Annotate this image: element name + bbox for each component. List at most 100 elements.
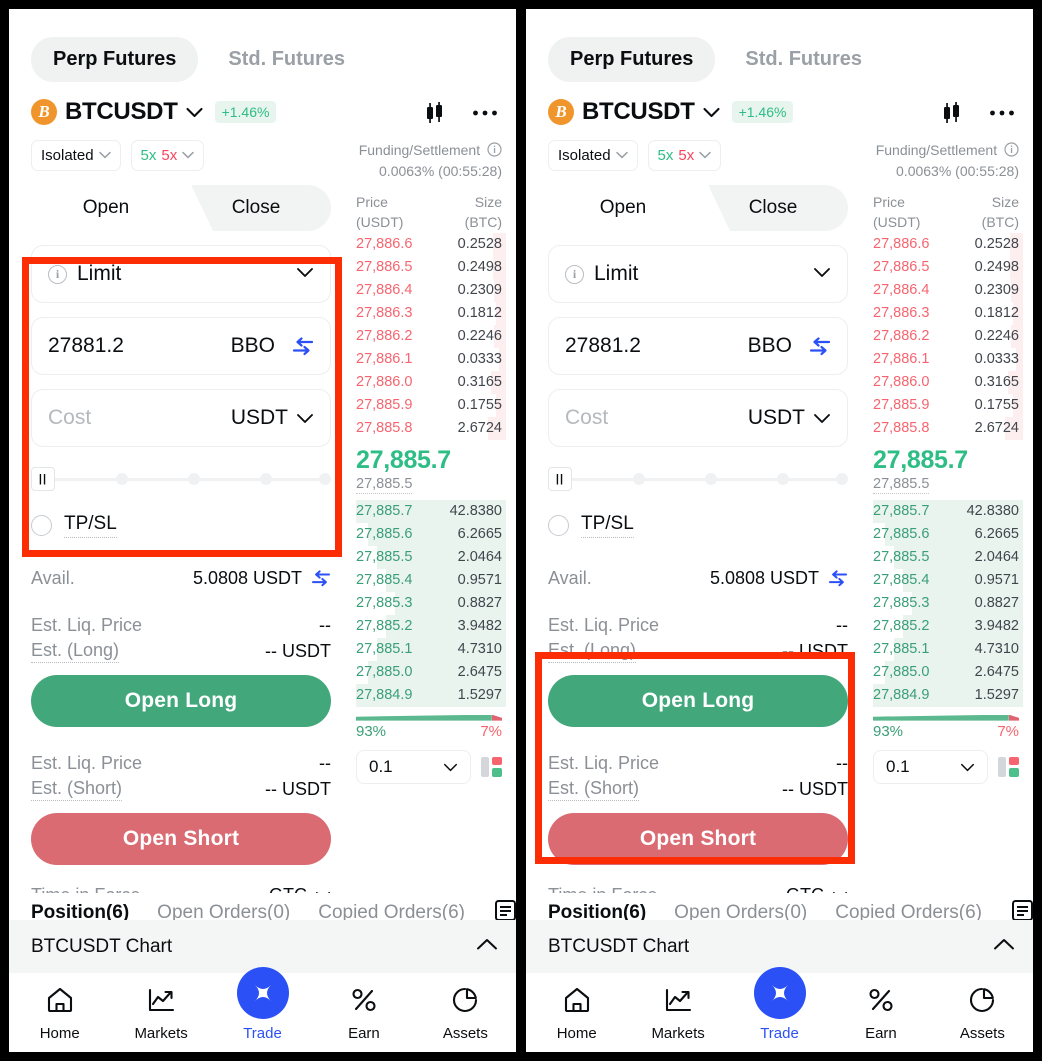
orderbook-row[interactable]: 27,886.3 0.1812 [356,301,506,325]
orderbook-row[interactable]: 27,886.2 0.2246 [356,324,506,348]
nav-item-trade[interactable]: Trade [729,967,830,1042]
amount-slider[interactable]: || [31,467,331,491]
slider-step-dot[interactable] [319,473,331,485]
orderbook-row[interactable]: 27,885.7 42.8380 [356,499,506,523]
tick-size-selector[interactable]: 0.1 [873,749,988,784]
orderbook-row[interactable]: 27,885.9 0.1755 [873,393,1023,417]
orderbook-row[interactable]: 27,886.5 0.2498 [356,255,506,279]
order-type-selector[interactable]: i Limit [31,245,331,303]
tpsl-toggle[interactable]: TP/SL [548,513,863,538]
slider-step-dot[interactable] [633,473,645,485]
open-short-button[interactable]: Open Short [31,813,331,865]
chevron-up-icon[interactable] [993,938,1015,956]
tick-size-selector[interactable]: 0.1 [356,749,471,784]
price-input[interactable]: 27881.2 BBO [31,317,331,375]
orderbook-display-mode-icon[interactable] [481,756,502,777]
open-long-button[interactable]: Open Long [548,675,848,727]
tab-close[interactable]: Close [698,185,848,231]
nav-item-earn[interactable]: Earn [830,981,931,1042]
nav-item-assets[interactable]: Assets [932,981,1033,1042]
slider-step-dot[interactable] [116,473,128,485]
nav-item-assets[interactable]: Assets [415,981,516,1042]
orderbook-row[interactable]: 27,886.3 0.1812 [873,301,1023,325]
chart-collapse-bar[interactable]: BTCUSDT Chart [9,920,516,973]
candlestick-icon[interactable] [422,100,448,126]
tab-std-futures[interactable]: Std. Futures [723,37,884,82]
tab-std-futures[interactable]: Std. Futures [206,37,367,82]
symbol-name[interactable]: BTCUSDT [65,98,178,126]
orderbook-row[interactable]: 27,886.6 0.2528 [356,232,506,256]
swap-arrows-icon[interactable] [809,336,831,356]
cost-input[interactable]: Cost USDT [31,389,331,447]
nav-item-home[interactable]: Home [526,981,627,1042]
radio-icon[interactable] [31,515,52,536]
slider-step-dot[interactable] [836,473,848,485]
orderbook-row[interactable]: 27,886.5 0.2498 [873,255,1023,279]
orderbook-row[interactable]: 27,885.3 0.8827 [356,591,506,615]
orderbook-row[interactable]: 27,885.0 2.6475 [873,660,1023,684]
orderbook-row[interactable]: 27,886.2 0.2246 [873,324,1023,348]
chevron-down-icon[interactable] [186,107,203,118]
tab-open[interactable]: Open [548,185,698,231]
slider-handle[interactable]: || [548,467,572,491]
orderbook-row[interactable]: 27,885.6 6.2665 [356,522,506,546]
nav-item-markets[interactable]: Markets [627,981,728,1042]
orderbook-row[interactable]: 27,886.0 0.3165 [873,370,1023,394]
margin-mode-selector[interactable]: Isolated [31,140,121,171]
orderbook-row[interactable]: 27,885.8 2.6724 [873,416,1023,440]
orderbook-row[interactable]: 27,885.8 2.6724 [356,416,506,440]
orderbook-row[interactable]: 27,886.1 0.0333 [873,347,1023,371]
orderbook-row[interactable]: 27,885.3 0.8827 [873,591,1023,615]
open-long-button[interactable]: Open Long [31,675,331,727]
price-input[interactable]: 27881.2 BBO [548,317,848,375]
nav-item-trade[interactable]: Trade [212,967,313,1042]
cost-input[interactable]: Cost USDT [548,389,848,447]
orderbook-row[interactable]: 27,885.2 3.9482 [356,614,506,638]
bbo-label[interactable]: BBO [748,334,792,358]
nav-item-earn[interactable]: Earn [313,981,414,1042]
orderbook-row[interactable]: 27,884.9 1.5297 [356,683,506,707]
amount-slider[interactable]: || [548,467,848,491]
orderbook-display-mode-icon[interactable] [998,756,1019,777]
order-type-selector[interactable]: i Limit [548,245,848,303]
orderbook-row[interactable]: 27,885.0 2.6475 [356,660,506,684]
slider-step-dot[interactable] [260,473,272,485]
candlestick-icon[interactable] [939,100,965,126]
orderbook-row[interactable]: 27,885.2 3.9482 [873,614,1023,638]
orderbook-row[interactable]: 27,885.6 6.2665 [873,522,1023,546]
orderbook-row[interactable]: 27,886.6 0.2528 [873,232,1023,256]
orderbook-row[interactable]: 27,885.5 2.0464 [356,545,506,569]
slider-handle[interactable]: || [31,467,55,491]
orderbook-row[interactable]: 27,885.5 2.0464 [873,545,1023,569]
transfer-icon[interactable] [311,570,331,587]
open-short-button[interactable]: Open Short [548,813,848,865]
orderbook-row[interactable]: 27,886.4 0.2309 [356,278,506,302]
more-horizontal-icon[interactable] [472,109,498,117]
swap-arrows-icon[interactable] [292,336,314,356]
nav-item-home[interactable]: Home [9,981,110,1042]
slider-step-dot[interactable] [777,473,789,485]
nav-item-markets[interactable]: Markets [110,981,211,1042]
info-icon[interactable] [487,142,502,157]
orderbook-row[interactable]: 27,885.1 4.7310 [873,637,1023,661]
orderbook-row[interactable]: 27,885.9 0.1755 [356,393,506,417]
orderbook-row[interactable]: 27,886.1 0.0333 [356,347,506,371]
slider-step-dot[interactable] [705,473,717,485]
slider-step-dot[interactable] [188,473,200,485]
transfer-icon[interactable] [828,570,848,587]
radio-icon[interactable] [548,515,569,536]
tab-perp-futures[interactable]: Perp Futures [548,37,716,82]
info-icon[interactable]: i [48,264,67,284]
margin-mode-selector[interactable]: Isolated [548,140,638,171]
leverage-selector[interactable]: 5x 5x [130,140,205,171]
orderbook-row[interactable]: 27,886.0 0.3165 [356,370,506,394]
tpsl-toggle[interactable]: TP/SL [31,513,346,538]
leverage-selector[interactable]: 5x 5x [647,140,722,171]
info-icon[interactable]: i [565,264,584,284]
orderbook-row[interactable]: 27,886.4 0.2309 [873,278,1023,302]
chart-collapse-bar[interactable]: BTCUSDT Chart [526,920,1033,973]
tab-close[interactable]: Close [181,185,331,231]
orderbook-row[interactable]: 27,885.1 4.7310 [356,637,506,661]
orderbook-row[interactable]: 27,885.7 42.8380 [873,499,1023,523]
orderbook-row[interactable]: 27,885.4 0.9571 [356,568,506,592]
